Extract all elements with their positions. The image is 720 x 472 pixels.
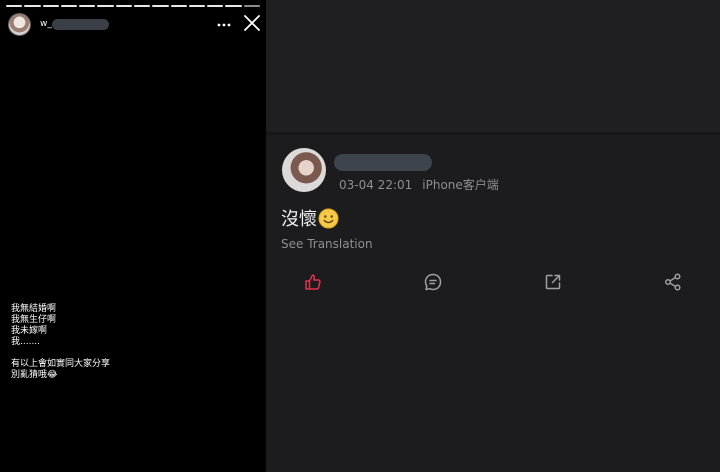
smile-emoji-icon (318, 208, 339, 229)
progress-segment (207, 5, 224, 7)
progress-segment (133, 5, 151, 7)
progress-segment (225, 5, 242, 7)
story-progress-bar (6, 5, 260, 8)
post-panel: 03-04 22:01 iPhone客户端 沒懷 See Translation (266, 0, 720, 472)
username-redaction (52, 19, 109, 30)
story-username[interactable]: w_ (40, 19, 52, 29)
progress-segment (115, 5, 132, 7)
panel-header-area (266, 0, 720, 132)
post-meta: 03-04 22:01 iPhone客户端 (339, 176, 499, 193)
thumbs-up-icon[interactable] (303, 272, 323, 292)
see-translation-link[interactable]: See Translation (281, 237, 373, 251)
divider (266, 132, 720, 135)
caption-line: 我未嫁啊 (11, 326, 48, 336)
username-redaction (334, 154, 432, 171)
progress-segment (24, 5, 41, 7)
progress-segment (243, 5, 260, 7)
post-timestamp: 03-04 22:01 (339, 178, 413, 192)
avatar[interactable] (282, 148, 326, 192)
progress-segment (60, 5, 78, 7)
comment-icon[interactable] (423, 272, 443, 292)
story-caption: 我無結婚啊 我無生仔啊 我未嫁啊 我....... 有以上會如實同大家分享 別亂… (11, 304, 110, 381)
avatar[interactable] (8, 13, 31, 36)
caption-line: 別亂猜哦😂 (11, 370, 58, 380)
post-client: iPhone客户端 (422, 178, 499, 192)
repost-icon[interactable] (543, 272, 563, 292)
progress-segment (79, 5, 96, 7)
caption-line: 有以上會如實同大家分享 (11, 359, 111, 369)
progress-segment (42, 5, 59, 7)
caption-line: 我無結婚啊 (11, 304, 57, 314)
progress-segment (6, 5, 23, 7)
caption-line: 我....... (11, 337, 41, 347)
close-icon[interactable] (243, 14, 261, 32)
caption-line: 我無生仔啊 (11, 315, 57, 325)
more-horizontal-icon[interactable] (217, 16, 231, 32)
post-text: 沒懷 (281, 209, 317, 230)
share-icon[interactable] (663, 272, 683, 292)
progress-segment (152, 5, 169, 7)
progress-segment (97, 5, 114, 7)
progress-segment (188, 5, 206, 7)
post-content: 沒懷 (281, 205, 339, 231)
story-viewer: w_ 我無結婚啊 我無生仔啊 我未嫁啊 我....... 有以上會如實同大家分享… (0, 0, 266, 472)
progress-segment (170, 5, 187, 7)
